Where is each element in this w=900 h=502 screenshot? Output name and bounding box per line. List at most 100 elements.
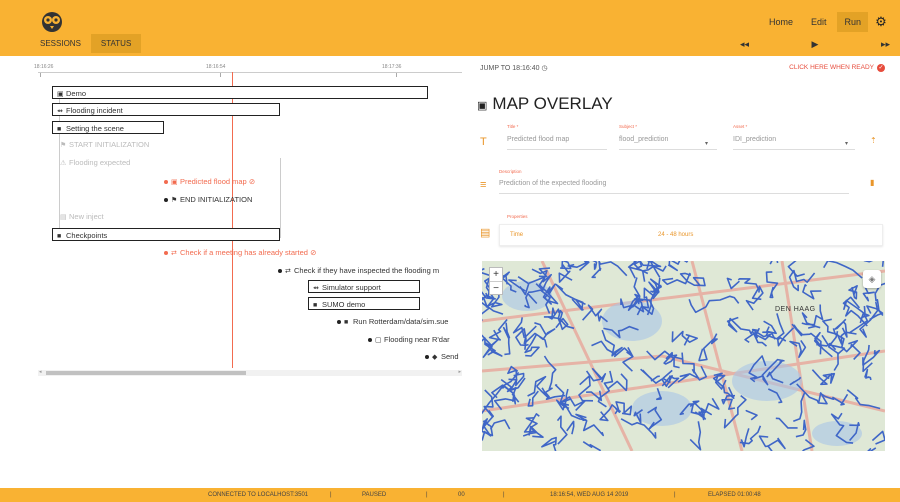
zoom-in-button[interactable]: +: [490, 268, 502, 281]
warning-icon: ⚠: [60, 160, 67, 167]
item-label: Check if they have inspected the floodin…: [294, 266, 440, 275]
rewind-button[interactable]: ◂◂: [740, 39, 749, 50]
timeline-item-simulator-support[interactable]: ⇴ Simulator support: [308, 280, 420, 293]
property-value[interactable]: 24 - 48 hours: [658, 232, 693, 238]
subject-select[interactable]: flood_prediction: [619, 136, 717, 150]
item-label: SUMO demo: [322, 300, 366, 309]
timeline-item-check-meeting[interactable]: ⇄ Check if a meeting has already started …: [164, 246, 316, 259]
item-label: END INITIALIZATION: [180, 195, 253, 204]
item-label: New inject: [69, 212, 104, 221]
map-city-label: DEN HAAG: [775, 306, 816, 313]
inject-detail-panel: JUMP TO 18:16:40 ◷ CLICK HERE WHEN READY…: [477, 58, 890, 458]
tick-label: 18:16:26: [34, 64, 54, 70]
timeline-item-new-inject[interactable]: ▤ New inject: [60, 210, 104, 223]
trash-icon[interactable]: ▮: [870, 178, 874, 187]
play-button[interactable]: ▶: [812, 39, 819, 50]
clock-icon: ◷: [541, 65, 548, 72]
flag-icon: ⚑: [60, 142, 67, 149]
tick-label: 18:17:36: [382, 64, 402, 70]
chevron-down-icon[interactable]: ▾: [845, 140, 848, 147]
message-icon: ▢: [375, 337, 382, 344]
ready-button[interactable]: CLICK HERE WHEN READY ✓: [789, 64, 885, 72]
nav-home[interactable]: Home: [762, 12, 800, 32]
scroll-left-icon[interactable]: ◂: [39, 369, 42, 375]
storyline-icon: ■: [313, 302, 318, 309]
properties-label: Properties: [507, 214, 528, 219]
event-count: 00: [458, 492, 465, 498]
role-play-icon: ⇄: [285, 268, 291, 275]
asset-select[interactable]: IDI_prediction: [733, 136, 855, 150]
layers-icon[interactable]: ◈: [863, 270, 881, 288]
top-nav: Home Edit Run ⚙: [762, 12, 890, 32]
clock-icon: ⊘: [248, 177, 256, 186]
inject-icon: ⇴: [57, 108, 63, 115]
item-label: Demo: [66, 89, 87, 98]
map-canvas: [482, 261, 885, 451]
timeline-item-flooding-incident[interactable]: ⇴ Flooding incident: [52, 103, 280, 116]
gear-icon[interactable]: ⚙: [872, 14, 890, 30]
map-icon: ▣: [477, 100, 488, 112]
timeline-item-send[interactable]: ◆ Send: [425, 350, 459, 363]
item-label: Flooding near R'dar: [384, 335, 450, 344]
jump-to-time[interactable]: JUMP TO 18:16:40 ◷: [480, 64, 548, 72]
timeline-item-run-rotterdam[interactable]: ■ Run Rotterdam/data/sim.sue: [337, 315, 448, 328]
description-field[interactable]: Prediction of the expected flooding: [499, 180, 849, 194]
timeline-item-checkpoints[interactable]: ■ Checkpoints: [52, 228, 280, 241]
asset-field-label: Asset *: [733, 124, 748, 129]
properties-table: Time 24 - 48 hours: [499, 224, 883, 246]
item-label: Run Rotterdam/data/sim.sue: [353, 317, 449, 326]
tick-label: 18:16:54: [206, 64, 226, 70]
timeline-item-start-init[interactable]: ⚑ START INITIALIZATION: [60, 138, 149, 151]
map-icon: ▣: [171, 179, 178, 186]
check-circle-icon: ✓: [877, 64, 885, 72]
current-time-line: [232, 72, 233, 368]
role-play-icon: ⇄: [171, 250, 177, 257]
fast-forward-button[interactable]: ▸▸: [881, 39, 890, 50]
run-state: PAUSED: [362, 492, 387, 498]
item-label: Flooding incident: [66, 106, 123, 115]
item-label: Simulator support: [322, 283, 381, 292]
timeline-axis: [38, 72, 462, 73]
description-label: Description: [499, 169, 522, 174]
timeline-item-setting-the-scene[interactable]: ■ Setting the scene: [52, 121, 164, 134]
title-field[interactable]: Predicted flood map: [507, 136, 607, 150]
item-label: Checkpoints: [66, 231, 108, 240]
app-window: Home Edit Run ⚙ SESSIONS STATUS ◂◂ ▶ ▸▸ …: [0, 0, 900, 502]
nav-run[interactable]: Run: [837, 12, 868, 32]
timeline-item-sumo-demo[interactable]: ■ SUMO demo: [308, 297, 420, 310]
item-label: Send: [441, 352, 459, 361]
upload-icon[interactable]: ⇡: [870, 136, 877, 145]
top-bar: Home Edit Run ⚙ SESSIONS STATUS ◂◂ ▶ ▸▸: [0, 0, 900, 56]
elapsed-time: ELAPSED 01:00:48: [708, 492, 761, 498]
map-view[interactable]: + − ◈ DEN HAAG: [482, 261, 885, 451]
tab-status[interactable]: STATUS: [90, 34, 142, 53]
storyline-icon: ■: [57, 233, 62, 240]
send-icon: ◆: [432, 354, 438, 361]
item-label: START INITIALIZATION: [69, 140, 150, 149]
connection-status: CONNECTED TO LOCALHOST:3501: [208, 492, 309, 498]
item-label: Predicted flood map: [180, 177, 247, 186]
scroll-thumb[interactable]: [46, 371, 246, 375]
scroll-right-icon[interactable]: ▸: [458, 369, 461, 375]
timeline-item-check-inspected[interactable]: ⇄ Check if they have inspected the floodi…: [278, 264, 439, 277]
tab-sessions[interactable]: SESSIONS: [30, 34, 91, 53]
owl-logo-icon: [42, 12, 62, 32]
playback-controls: ◂◂ ▶ ▸▸: [740, 39, 890, 50]
title-field-label: Title *: [507, 124, 519, 129]
window-icon: ▣: [57, 91, 64, 98]
jump-label: JUMP TO 18:16:40: [480, 65, 540, 72]
timeline-item-demo[interactable]: ▣ Demo: [52, 86, 428, 99]
file-icon: ■: [344, 319, 349, 326]
timeline-item-flooding-expected[interactable]: ⚠ Flooding expected: [60, 156, 130, 169]
timeline-item-predicted-flood-map[interactable]: ▣ Predicted flood map ⊘: [164, 175, 255, 188]
nav-edit[interactable]: Edit: [804, 12, 834, 32]
zoom-out-button[interactable]: −: [490, 281, 502, 294]
timeline-item-end-init[interactable]: ⚑ END INITIALIZATION: [164, 193, 252, 206]
property-key: Time: [510, 232, 524, 238]
chevron-down-icon[interactable]: ▾: [705, 140, 708, 147]
timeline-item-flooding-near-rdam[interactable]: ▢ Flooding near R'dar: [368, 333, 450, 346]
inject-icon: ⇴: [313, 285, 319, 292]
inject-icon: ▤: [60, 214, 67, 221]
text-icon: T: [480, 136, 487, 148]
timeline-scrollbar[interactable]: ◂ ▸: [38, 369, 462, 376]
